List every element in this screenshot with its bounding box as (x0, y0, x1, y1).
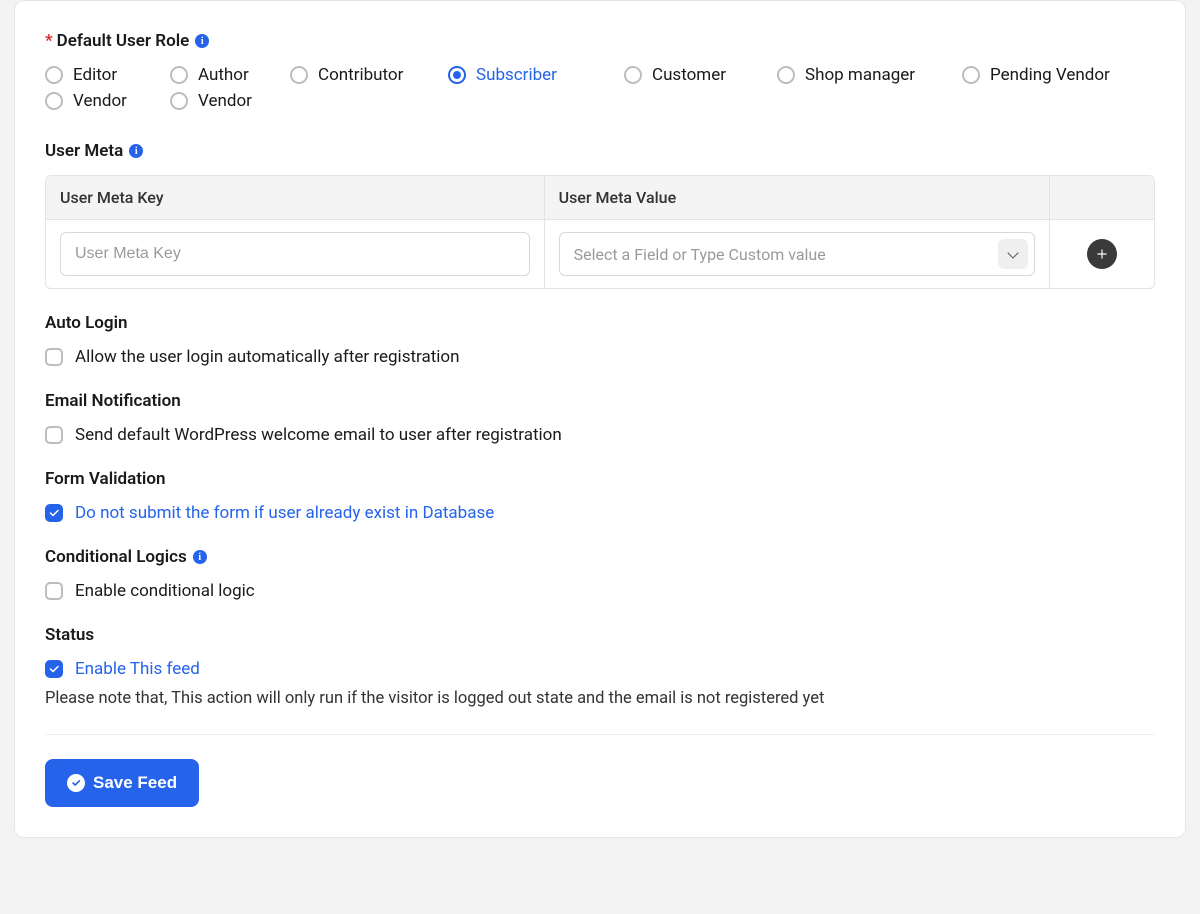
user-meta-text: User Meta (45, 141, 123, 161)
radio-icon (777, 66, 795, 84)
radio-icon (45, 92, 63, 110)
email-notif-block: Email Notification Send default WordPres… (45, 391, 1155, 445)
default-user-role-label: *Default User Role i (45, 31, 1155, 51)
save-feed-button[interactable]: Save Feed (45, 759, 199, 807)
cond-logics-checkbox-line[interactable]: Enable conditional logic (45, 581, 1155, 601)
form-validation-checkbox[interactable] (45, 504, 63, 522)
meta-action-cell (1050, 220, 1154, 288)
cond-logics-block: Conditional Logics i Enable conditional … (45, 547, 1155, 601)
form-validation-label: Form Validation (45, 469, 1155, 489)
form-validation-block: Form Validation Do not submit the form i… (45, 469, 1155, 523)
divider (45, 734, 1155, 735)
settings-card: *Default User Role i Editor Author Contrib… (14, 0, 1186, 838)
default-user-role-block: *Default User Role i Editor Author Contrib… (45, 1, 1155, 117)
status-checkbox-line[interactable]: Enable This feed (45, 659, 1155, 679)
col-header-val: User Meta Value (545, 176, 1050, 219)
user-meta-label: User Meta i (45, 141, 1155, 161)
radio-customer[interactable]: Customer (624, 65, 777, 85)
chevron-down-icon (998, 239, 1028, 269)
cond-logics-text: Conditional Logics (45, 547, 187, 567)
radio-icon (290, 66, 308, 84)
info-icon[interactable]: i (129, 144, 143, 158)
meta-val-cell: Select a Field or Type Custom value (545, 220, 1050, 288)
email-notif-checkbox-line[interactable]: Send default WordPress welcome email to … (45, 425, 1155, 445)
radio-icon (170, 92, 188, 110)
role-radio-group: Editor Author Contributor Subscriber Custome… (45, 65, 1155, 117)
radio-vendor[interactable]: Vendor (45, 91, 170, 111)
auto-login-label: Auto Login (45, 313, 1155, 333)
email-notif-checkbox-label: Send default WordPress welcome email to … (75, 425, 562, 445)
email-notif-label: Email Notification (45, 391, 1155, 411)
auto-login-block: Auto Login Allow the user login automati… (45, 313, 1155, 367)
add-row-button[interactable] (1087, 239, 1117, 269)
status-checkbox[interactable] (45, 660, 63, 678)
meta-key-input[interactable] (60, 232, 530, 276)
role-radio-row-1: Editor Author Contributor Subscriber Custome… (45, 65, 1155, 91)
status-label: Status (45, 625, 1155, 645)
col-header-act (1050, 176, 1154, 219)
cond-logics-label: Conditional Logics i (45, 547, 1155, 567)
user-meta-block: User Meta i User Meta Key User Meta Valu… (45, 141, 1155, 289)
radio-subscriber[interactable]: Subscriber (448, 65, 624, 85)
radio-contributor[interactable]: Contributor (290, 65, 448, 85)
meta-value-select[interactable]: Select a Field or Type Custom value (559, 232, 1035, 276)
col-header-key: User Meta Key (46, 176, 545, 219)
status-block: Status Enable This feed Please note that… (45, 625, 1155, 708)
info-icon[interactable]: i (193, 550, 207, 564)
info-icon[interactable]: i (195, 34, 209, 48)
radio-pending_vendor[interactable]: Pending Vendor (962, 65, 1110, 85)
user-meta-head: User Meta Key User Meta Value (46, 176, 1154, 220)
cond-logics-checkbox[interactable] (45, 582, 63, 600)
status-checkbox-label: Enable This feed (75, 659, 200, 679)
auto-login-checkbox[interactable] (45, 348, 63, 366)
check-circle-icon (67, 774, 85, 792)
cond-logics-checkbox-label: Enable conditional logic (75, 581, 255, 601)
radio-icon (170, 66, 188, 84)
radio-label: Contributor (318, 65, 403, 85)
auto-login-checkbox-label: Allow the user login automatically after… (75, 347, 459, 367)
radio-icon (45, 66, 63, 84)
radio-editor[interactable]: Editor (45, 65, 170, 85)
radio-icon (962, 66, 980, 84)
status-note: Please note that, This action will only … (45, 689, 1155, 708)
role-radio-row-2: Vendor Vendor (45, 91, 1155, 117)
radio-label: Shop manager (805, 65, 915, 85)
radio-label: Pending Vendor (990, 65, 1110, 85)
default-user-role-text: Default User Role (57, 31, 190, 51)
table-row: Select a Field or Type Custom value (46, 220, 1154, 288)
meta-key-cell (46, 220, 545, 288)
required-star: * (45, 31, 53, 51)
form-validation-checkbox-line[interactable]: Do not submit the form if user already e… (45, 503, 1155, 523)
radio-label: Vendor (198, 91, 252, 111)
radio-label: Subscriber (476, 65, 557, 85)
user-meta-table: User Meta Key User Meta Value Select a F… (45, 175, 1155, 289)
radio-label: Customer (652, 65, 726, 85)
meta-value-placeholder: Select a Field or Type Custom value (574, 245, 826, 264)
email-notif-checkbox[interactable] (45, 426, 63, 444)
radio-vendor2[interactable]: Vendor (170, 91, 252, 111)
radio-icon (624, 66, 642, 84)
radio-label: Vendor (73, 91, 127, 111)
radio-label: Author (198, 65, 249, 85)
radio-shop_manager[interactable]: Shop manager (777, 65, 962, 85)
form-validation-checkbox-label: Do not submit the form if user already e… (75, 503, 494, 523)
auto-login-checkbox-line[interactable]: Allow the user login automatically after… (45, 347, 1155, 367)
radio-author[interactable]: Author (170, 65, 290, 85)
radio-label: Editor (73, 65, 117, 85)
radio-icon (448, 66, 466, 84)
save-feed-label: Save Feed (93, 773, 177, 793)
